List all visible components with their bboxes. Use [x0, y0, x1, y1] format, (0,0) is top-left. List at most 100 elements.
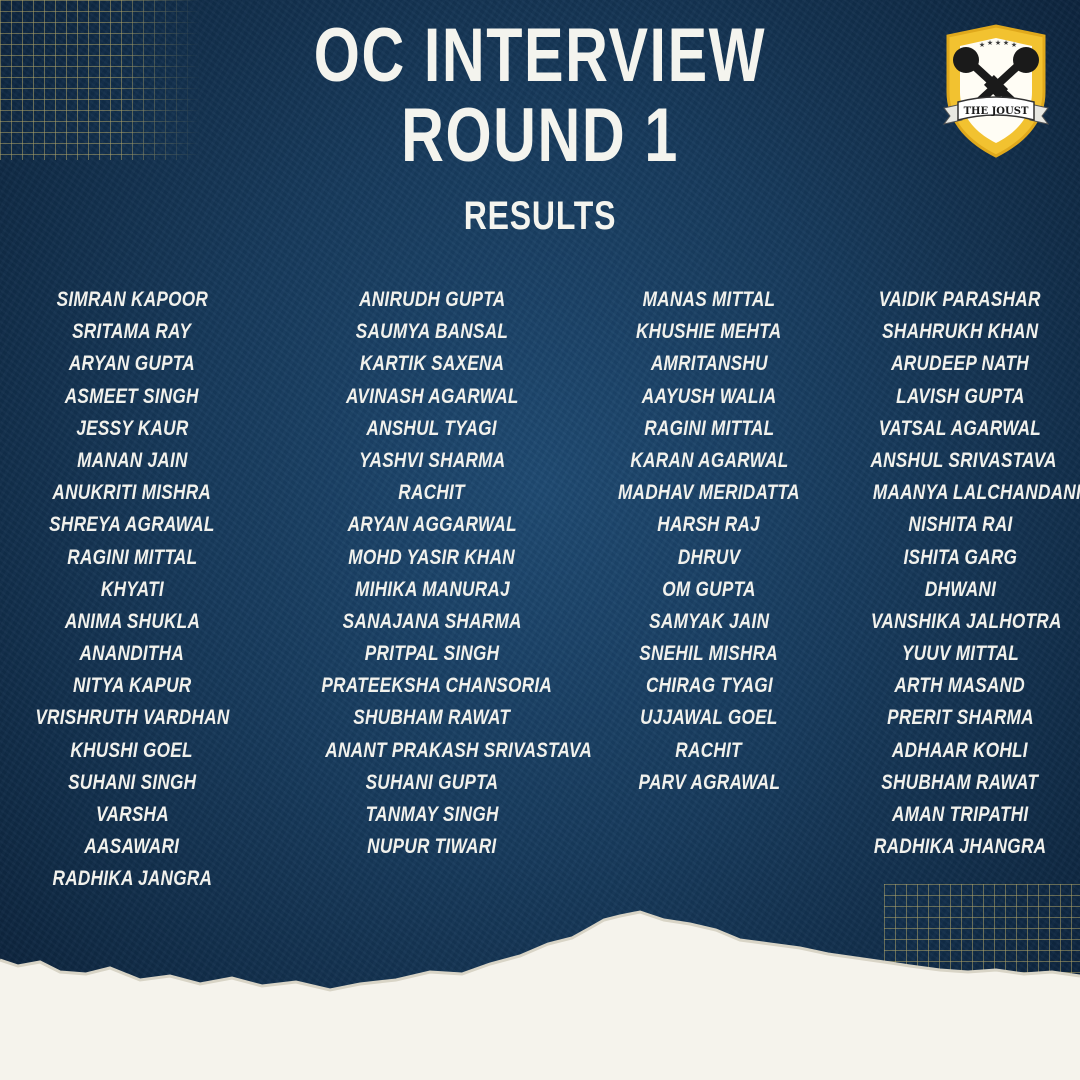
result-name: SHUBHAM RAWAT: [296, 702, 568, 734]
result-name: KHUSHIE MEHTA: [596, 316, 822, 348]
result-name: AASAWARI: [10, 831, 254, 863]
result-name: SHUBHAM RAWAT: [850, 767, 1070, 799]
result-name-text: AAYUSH WALIA: [641, 384, 777, 408]
result-name-text: PRITPAL SINGH: [364, 642, 500, 666]
result-name: YUUV MITTAL: [850, 638, 1070, 670]
result-name-text: TANMAY SINGH: [365, 803, 499, 826]
result-name-text: ARYAN AGGARWAL: [347, 513, 517, 537]
result-name: ANIRUDH GUPTA: [296, 284, 568, 316]
result-name: ARUDEEP NATH: [850, 348, 1070, 380]
result-name-text: SHAHRUKH KHAN: [881, 320, 1039, 344]
result-name-text: ARTH MASAND: [894, 674, 1026, 698]
svg-text:★: ★: [979, 41, 985, 49]
result-name-text: PARV AGRAWAL: [638, 770, 780, 794]
result-name: CHIRAG TYAGI: [596, 670, 822, 702]
result-name-text: NITYA KAPUR: [72, 674, 192, 698]
result-name: ASMEET SINGH: [10, 381, 254, 413]
result-name: SUHANI SINGH: [10, 767, 254, 799]
svg-text:★: ★: [1003, 39, 1009, 47]
result-name: PRERIT SHARMA: [850, 702, 1070, 734]
result-name-text: PRATEEKSHA CHANSORIA: [321, 674, 553, 698]
result-name-text: ANSHUL SRIVASTAVA: [870, 448, 1057, 472]
result-name-text: JESSY KAUR: [75, 416, 189, 440]
result-name: TANMAY SINGH: [296, 799, 568, 831]
crossed-microphones-shield-icon: ★ ★ ★ ★ ★ THE JOUST: [942, 24, 1050, 158]
result-name-text: ANANDITHA: [79, 642, 185, 666]
result-name: RADHIKA JANGRA: [10, 863, 254, 895]
result-name-text: MAANYA LALCHANDANI: [872, 481, 1080, 505]
result-name: SHREYA AGRAWAL: [10, 509, 254, 541]
result-name-text: ARYAN GUPTA: [68, 352, 196, 376]
result-name: ANANT PRAKASH SRIVASTAVA: [296, 735, 592, 767]
result-name: HARSH RAJ: [596, 509, 822, 541]
result-name-text: AMRITANSHU: [650, 352, 768, 376]
result-name: PARV AGRAWAL: [596, 767, 822, 799]
result-name-text: OM GUPTA: [662, 577, 756, 601]
result-name-text: VAIDIK PARASHAR: [879, 288, 1041, 311]
result-name: ANUKRITI MISHRA: [10, 477, 254, 509]
result-name: RADHIKA JHANGRA: [850, 831, 1070, 863]
results-column-3: MANAS MITTAL KHUSHIE MEHTA AMRITANSHU AAYUS…: [596, 284, 822, 799]
result-name-text: SIMRAN KAPOOR: [56, 288, 208, 311]
result-name: SAMYAK JAIN: [596, 606, 822, 638]
result-name-text: KHUSHIE MEHTA: [636, 320, 782, 344]
result-name-text: SHREYA AGRAWAL: [49, 513, 215, 537]
result-name-text: YASHVI SHARMA: [358, 448, 506, 472]
result-name-text: KHUSHI GOEL: [70, 738, 194, 762]
result-name-text: MANAN JAIN: [76, 448, 188, 472]
result-name: KARTIK SAXENA: [296, 348, 568, 380]
the-joust-logo: ★ ★ ★ ★ ★ THE JOUST: [940, 22, 1052, 160]
svg-text:★: ★: [995, 39, 1001, 47]
result-name-text: SNEHIL MISHRA: [639, 642, 779, 666]
result-name-text: ANANT PRAKASH SRIVASTAVA: [325, 738, 593, 762]
result-name-text: NISHITA RAI: [907, 513, 1013, 537]
result-name: ARYAN GUPTA: [10, 348, 254, 380]
result-name-text: KHYATI: [100, 577, 164, 601]
result-name: AMAN TRIPATHI: [850, 799, 1070, 831]
result-name: RACHIT: [596, 735, 822, 767]
result-name: ADHAAR KOHLI: [850, 735, 1070, 767]
result-name-text: VARSHA: [95, 803, 169, 826]
result-name: RAGINI MITTAL: [10, 542, 254, 574]
result-name: SAUMYA BANSAL: [296, 316, 568, 348]
result-name: MIHIKA MANURAJ: [296, 574, 568, 606]
result-name: AVINASH AGARWAL: [296, 381, 568, 413]
result-name: NUPUR TIWARI: [296, 831, 568, 863]
result-name-text: MIHIKA MANURAJ: [354, 577, 510, 601]
result-name-text: VATSAL AGARWAL: [878, 416, 1042, 440]
result-name-text: VANSHIKA JALHOTRA: [870, 609, 1062, 633]
result-name-text: YUUV MITTAL: [901, 642, 1019, 666]
result-name: VANSHIKA JALHOTRA: [850, 606, 1070, 638]
result-name: UJJAWAL GOEL: [596, 702, 822, 734]
result-name: PRATEEKSHA CHANSORIA: [296, 670, 568, 702]
result-name: KARAN AGARWAL: [596, 445, 822, 477]
result-name: SIMRAN KAPOOR: [10, 284, 254, 316]
result-name-text: ANIRUDH GUPTA: [358, 288, 506, 311]
result-name: LAVISH GUPTA: [850, 381, 1070, 413]
result-name: MANAS MITTAL: [596, 284, 822, 316]
result-name: JESSY KAUR: [10, 413, 254, 445]
result-name: MANAN JAIN: [10, 445, 254, 477]
result-name-text: ANUKRITI MISHRA: [52, 481, 212, 505]
result-name-text: SHUBHAM RAWAT: [353, 706, 511, 730]
result-name: MAANYA LALCHANDANI: [850, 477, 1080, 509]
result-name-text: DHRUV: [677, 545, 741, 569]
result-name-text: SHUBHAM RAWAT: [881, 770, 1039, 794]
result-name-text: RAGINI MITTAL: [66, 545, 198, 569]
result-name: SRITAMA RAY: [10, 316, 254, 348]
page-title-line-2: ROUND 1: [401, 93, 679, 178]
result-name: PRITPAL SINGH: [296, 638, 568, 670]
result-name-text: SRITAMA RAY: [72, 320, 192, 344]
result-name: VARSHA: [10, 799, 254, 831]
result-name-text: AMAN TRIPATHI: [891, 803, 1029, 826]
result-name-text: SANAJANA SHARMA: [342, 609, 522, 633]
result-name-text: SAUMYA BANSAL: [355, 320, 509, 344]
result-name: ANIMA SHUKLA: [10, 606, 254, 638]
result-name: ANANDITHA: [10, 638, 254, 670]
page-subtitle: RESULTS: [463, 194, 617, 238]
result-name-text: SUHANI GUPTA: [365, 770, 499, 794]
result-name: YASHVI SHARMA: [296, 445, 568, 477]
result-name-text: DHWANI: [924, 577, 996, 601]
result-name-text: MANAS MITTAL: [642, 288, 776, 311]
result-name-text: ANIMA SHUKLA: [64, 609, 200, 633]
